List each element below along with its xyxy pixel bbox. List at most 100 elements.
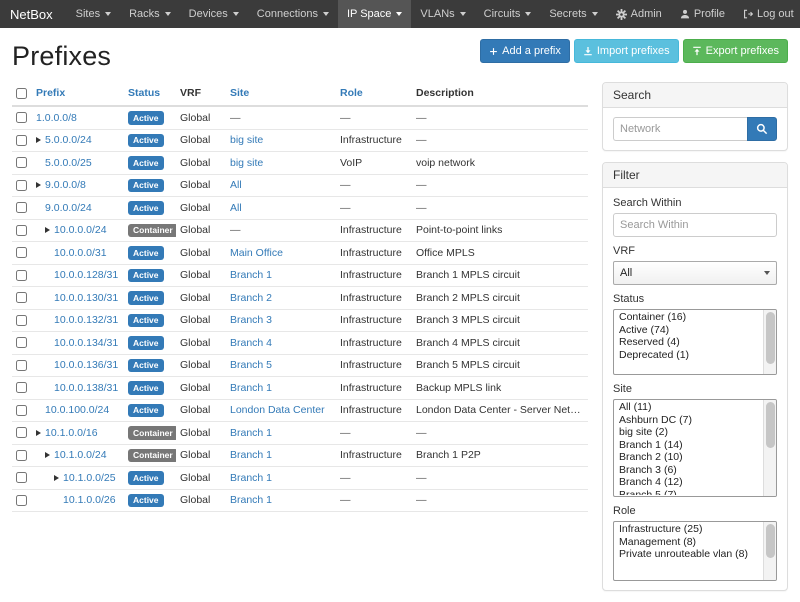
- column-header-prefix[interactable]: Prefix: [32, 82, 124, 106]
- nav-item-connections[interactable]: Connections: [248, 0, 338, 28]
- search-within-input[interactable]: [613, 213, 777, 237]
- import-prefixes-button[interactable]: Import prefixes: [574, 39, 679, 63]
- site-link[interactable]: Branch 3: [230, 314, 272, 326]
- expand-arrow-icon[interactable]: [36, 430, 41, 436]
- site-link[interactable]: Branch 1: [230, 472, 272, 484]
- add-prefix-button[interactable]: Add a prefix: [480, 39, 570, 63]
- prefix-link[interactable]: 10.0.0.138/31: [54, 382, 118, 394]
- nav-item-ip-space[interactable]: IP Space: [338, 0, 411, 28]
- column-header-role[interactable]: Role: [336, 82, 412, 106]
- search-input[interactable]: [613, 117, 747, 141]
- export-prefixes-button[interactable]: Export prefixes: [683, 39, 788, 63]
- role-scrollbar[interactable]: [763, 522, 776, 580]
- status-filter-list[interactable]: Container (16)Active (74)Reserved (4)Dep…: [613, 309, 777, 375]
- status-scrollbar[interactable]: [763, 310, 776, 374]
- filter-option[interactable]: Private unrouteable vlan (8): [615, 548, 762, 561]
- prefix-link[interactable]: 10.0.0.136/31: [54, 359, 118, 371]
- prefix-link[interactable]: 5.0.0.0/24: [45, 134, 92, 146]
- prefix-link[interactable]: 10.0.0.132/31: [54, 314, 118, 326]
- row-checkbox[interactable]: [16, 382, 27, 393]
- prefix-link[interactable]: 10.0.0.0/24: [54, 224, 107, 236]
- filter-option[interactable]: Ashburn DC (7): [615, 414, 762, 427]
- filter-option[interactable]: Branch 1 (14): [615, 439, 762, 452]
- row-checkbox[interactable]: [16, 427, 27, 438]
- filter-option[interactable]: Management (8): [615, 536, 762, 549]
- expand-arrow-icon[interactable]: [45, 227, 50, 233]
- prefix-link[interactable]: 10.1.0.0/24: [54, 449, 107, 461]
- site-link[interactable]: Branch 1: [230, 494, 272, 506]
- search-button[interactable]: [747, 117, 777, 141]
- nav-item-racks[interactable]: Racks: [120, 0, 180, 28]
- row-checkbox[interactable]: [16, 202, 27, 213]
- site-link[interactable]: Branch 1: [230, 382, 272, 394]
- expand-arrow-icon[interactable]: [36, 137, 41, 143]
- filter-option[interactable]: Infrastructure (25): [615, 523, 762, 536]
- site-link[interactable]: Main Office: [230, 247, 283, 259]
- filter-option[interactable]: Container (16): [615, 311, 762, 324]
- row-checkbox[interactable]: [16, 405, 27, 416]
- row-checkbox[interactable]: [16, 360, 27, 371]
- brand-logo[interactable]: NetBox: [10, 0, 53, 28]
- nav-item-secrets[interactable]: Secrets: [540, 0, 606, 28]
- site-link[interactable]: big site: [230, 134, 263, 146]
- prefix-link[interactable]: 10.0.0.0/31: [54, 247, 107, 259]
- filter-option[interactable]: Deprecated (1): [615, 349, 762, 362]
- prefix-link[interactable]: 9.0.0.0/24: [45, 202, 92, 214]
- prefix-link[interactable]: 1.0.0.0/8: [36, 112, 77, 124]
- scrollbar-thumb[interactable]: [766, 312, 775, 364]
- prefix-link[interactable]: 10.1.0.0/25: [63, 472, 116, 484]
- site-link[interactable]: Branch 1: [230, 427, 272, 439]
- nav-item-vlans[interactable]: VLANs: [411, 0, 474, 28]
- filter-option[interactable]: Branch 3 (6): [615, 464, 762, 477]
- prefix-link[interactable]: 9.0.0.0/8: [45, 179, 86, 191]
- filter-option[interactable]: Branch 2 (10): [615, 451, 762, 464]
- row-checkbox[interactable]: [16, 337, 27, 348]
- filter-option[interactable]: Branch 4 (12): [615, 476, 762, 489]
- site-link[interactable]: Branch 4: [230, 337, 272, 349]
- row-checkbox[interactable]: [16, 472, 27, 483]
- nav-item-circuits[interactable]: Circuits: [475, 0, 541, 28]
- site-link[interactable]: big site: [230, 157, 263, 169]
- site-link[interactable]: All: [230, 179, 242, 191]
- site-link[interactable]: All: [230, 202, 242, 214]
- site-link[interactable]: Branch 2: [230, 292, 272, 304]
- prefix-link[interactable]: 10.1.0.0/26: [63, 494, 116, 506]
- row-checkbox[interactable]: [16, 270, 27, 281]
- nav-item-sites[interactable]: Sites: [67, 0, 120, 28]
- role-filter-list[interactable]: Infrastructure (25)Management (8)Private…: [613, 521, 777, 581]
- scrollbar-thumb[interactable]: [766, 524, 775, 558]
- nav-item-logout[interactable]: Log out: [734, 0, 800, 28]
- row-checkbox[interactable]: [16, 135, 27, 146]
- prefix-link[interactable]: 10.1.0.0/16: [45, 427, 98, 439]
- row-checkbox[interactable]: [16, 112, 27, 123]
- filter-option[interactable]: Reserved (4): [615, 336, 762, 349]
- site-scrollbar[interactable]: [763, 400, 776, 496]
- row-checkbox[interactable]: [16, 495, 27, 506]
- filter-option[interactable]: Active (74): [615, 324, 762, 337]
- column-header-status[interactable]: Status: [124, 82, 176, 106]
- site-filter-list[interactable]: All (11)Ashburn DC (7)big site (2)Branch…: [613, 399, 777, 497]
- expand-arrow-icon[interactable]: [54, 475, 59, 481]
- row-checkbox[interactable]: [16, 225, 27, 236]
- prefix-link[interactable]: 10.0.0.134/31: [54, 337, 118, 349]
- prefix-link[interactable]: 10.0.100.0/24: [45, 404, 109, 416]
- site-link[interactable]: Branch 5: [230, 359, 272, 371]
- row-checkbox[interactable]: [16, 292, 27, 303]
- row-checkbox[interactable]: [16, 315, 27, 326]
- filter-option[interactable]: All (11): [615, 401, 762, 414]
- nav-item-admin[interactable]: Admin: [607, 0, 671, 28]
- row-checkbox[interactable]: [16, 157, 27, 168]
- site-link[interactable]: Branch 1: [230, 449, 272, 461]
- nav-item-profile[interactable]: Profile: [671, 0, 734, 28]
- filter-option[interactable]: big site (2): [615, 426, 762, 439]
- row-checkbox[interactable]: [16, 450, 27, 461]
- site-link[interactable]: Branch 1: [230, 269, 272, 281]
- scrollbar-thumb[interactable]: [766, 402, 775, 448]
- vrf-select[interactable]: All: [613, 261, 777, 285]
- row-checkbox[interactable]: [16, 180, 27, 191]
- prefix-link[interactable]: 10.0.0.128/31: [54, 269, 118, 281]
- prefix-link[interactable]: 10.0.0.130/31: [54, 292, 118, 304]
- expand-arrow-icon[interactable]: [45, 452, 50, 458]
- row-checkbox[interactable]: [16, 247, 27, 258]
- filter-option[interactable]: Branch 5 (7): [615, 489, 762, 496]
